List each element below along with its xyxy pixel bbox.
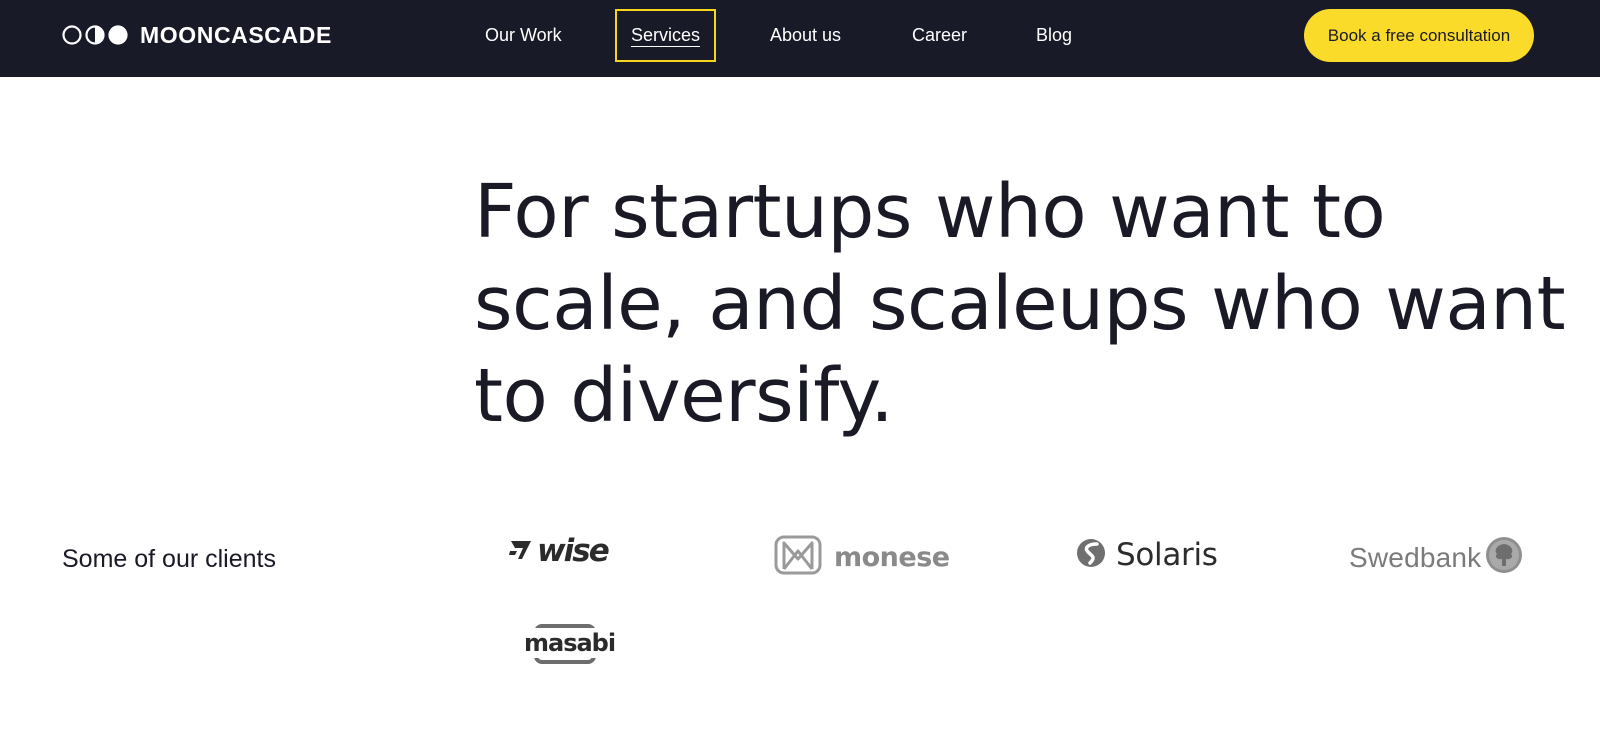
brand-logo-link[interactable]: MOONCASCADE	[62, 22, 332, 48]
book-consultation-button[interactable]: Book a free consultation	[1304, 9, 1534, 62]
nav-our-work[interactable]: Our Work	[485, 21, 562, 49]
moon-phases-icon	[62, 25, 128, 45]
monese-wordmark: monese	[834, 542, 950, 573]
solaris-wordmark: Solaris	[1116, 537, 1218, 573]
brand-name: MOONCASCADE	[140, 21, 332, 48]
wise-flag-icon	[509, 537, 533, 566]
swedbank-tree-icon	[1485, 536, 1523, 579]
client-logo-monese: monese	[774, 535, 950, 580]
client-logo-wise: wise	[509, 533, 610, 569]
nav-services-label: Services	[631, 25, 701, 45]
swedbank-wordmark: Swedbank	[1349, 541, 1482, 573]
clients-label: Some of our clients	[62, 545, 276, 573]
client-logo-solaris: Solaris	[1076, 537, 1218, 573]
nav-career[interactable]: Career	[912, 21, 967, 49]
solaris-s-icon	[1076, 538, 1106, 573]
client-logo-swedbank: Swedbank	[1349, 536, 1523, 579]
hero-headline: For startups who want to scale, and scal…	[474, 169, 1566, 439]
nav-services[interactable]: Services	[615, 9, 717, 62]
wise-wordmark: wise	[537, 533, 610, 569]
site-header: MOONCASCADE Our Work Services About us C…	[0, 0, 1600, 77]
masabi-wordmark: masabi	[522, 628, 618, 658]
monese-m-icon	[774, 535, 822, 580]
client-logo-masabi: masabi	[522, 622, 618, 666]
nav-blog[interactable]: Blog	[1036, 21, 1072, 49]
nav-about-us[interactable]: About us	[770, 21, 841, 49]
